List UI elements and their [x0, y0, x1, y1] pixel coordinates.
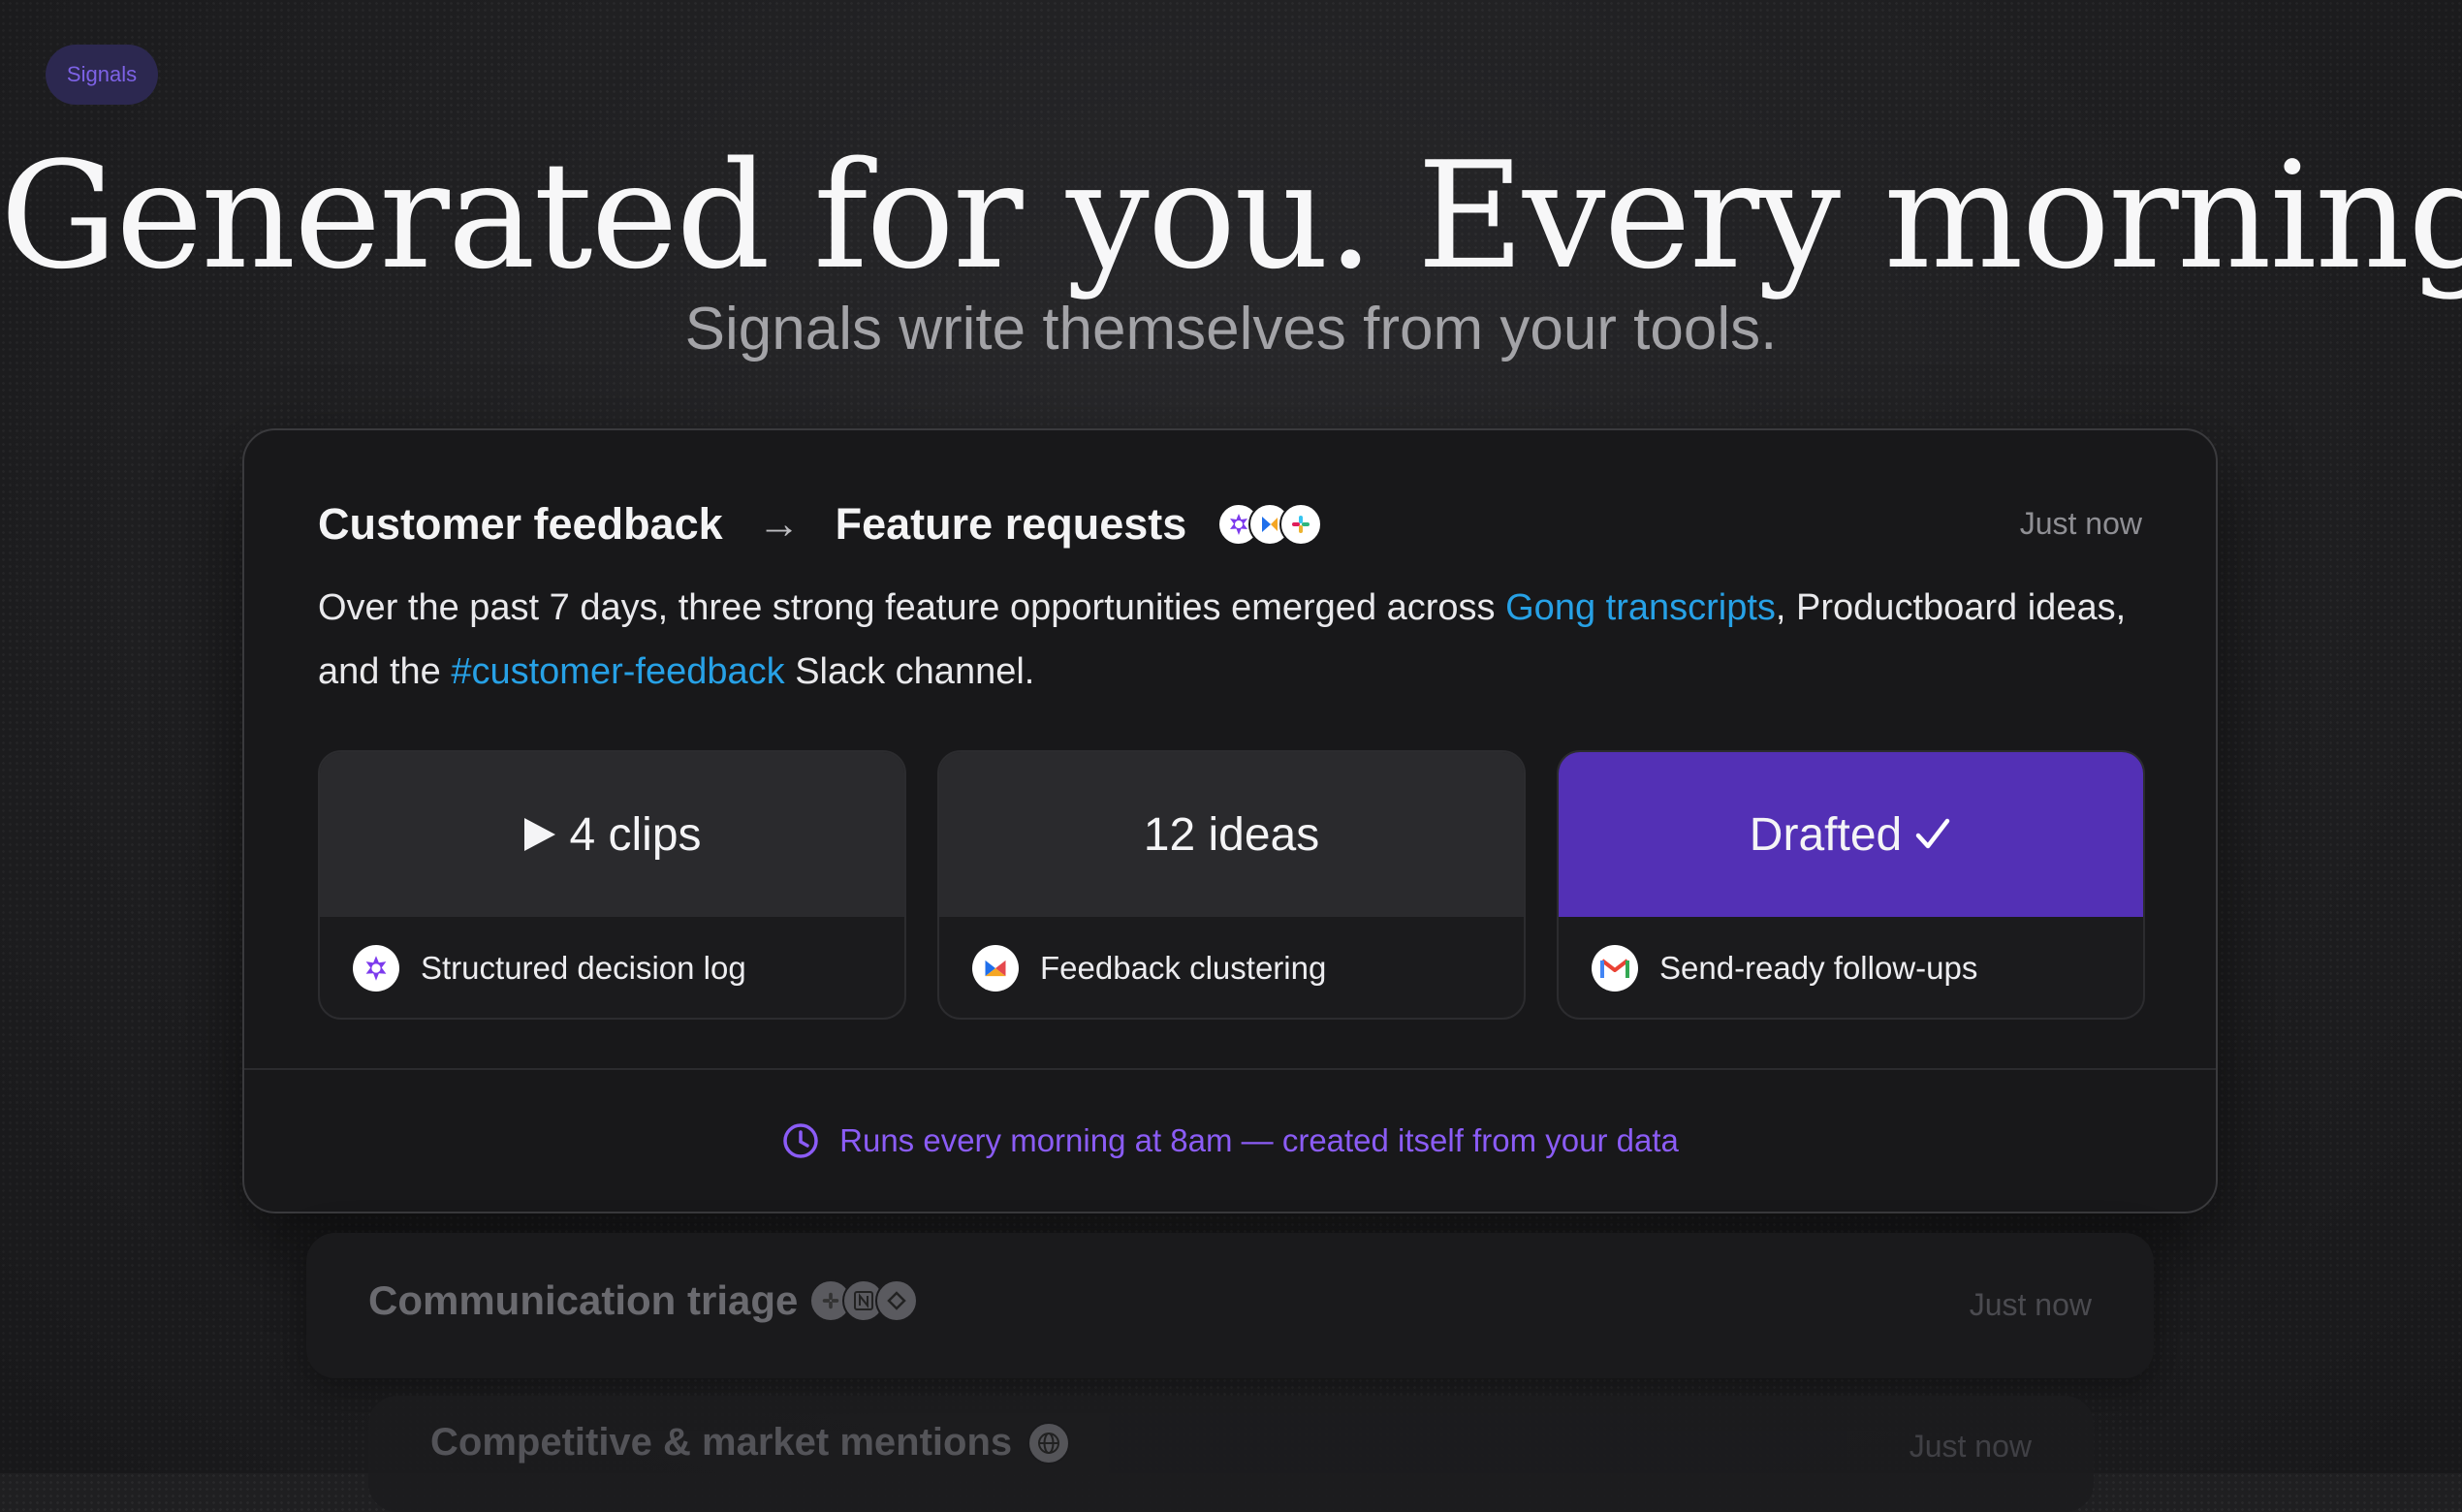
ghost-card-title: Competitive & market mentions [430, 1421, 1013, 1464]
card-footer: Runs every morning at 8am — created itse… [244, 1068, 2216, 1212]
check-icon [1915, 818, 1950, 849]
ghost-card-title: Communication triage [368, 1277, 799, 1323]
jira-icon [875, 1279, 919, 1322]
tile-label: Structured decision log [421, 950, 746, 986]
signal-card-feature-requests[interactable]: Customer feedback → Feature requests Jus… [242, 428, 2218, 1213]
summary-text: Over the past 7 days, three strong featu… [318, 587, 1506, 628]
summary-text: Slack channel. [784, 651, 1035, 692]
tile-drafted[interactable]: Drafted Send-ready follow-ups [1557, 750, 2145, 1020]
tile-label: Send-ready follow-ups [1659, 950, 1978, 986]
card-summary: Over the past 7 days, three strong featu… [318, 576, 2140, 704]
card-timestamp: Just now [2019, 506, 2142, 541]
tile-drafted-footer: Send-ready follow-ups [1559, 917, 2143, 1018]
gong-icon [353, 945, 399, 992]
clock-icon [783, 1123, 818, 1158]
tile-clips-footer: Structured decision log [320, 917, 904, 1018]
play-icon [524, 818, 556, 851]
tile-clips[interactable]: 4 clips Structured decision log [318, 750, 906, 1020]
globe-icon [1027, 1421, 1071, 1465]
gmail-icon [1592, 945, 1638, 992]
signals-badge: Signals [46, 45, 158, 105]
ghost-card-header: Communication triage [368, 1277, 919, 1324]
tile-value: 4 clips [569, 808, 702, 861]
ghost-card-timestamp: Just now [1969, 1287, 2092, 1322]
productboard-icon [972, 945, 1019, 992]
hero-subline: Signals write themselves from your tools… [684, 296, 1778, 362]
schedule-text: Runs every morning at 8am — created itse… [839, 1122, 1679, 1158]
tile-ideas-footer: Feedback clustering [939, 917, 1524, 1018]
source-icon-stack [809, 1279, 919, 1322]
tile-value: 12 ideas [1143, 808, 1320, 861]
hero-headline: Generated for you. Every morning. [0, 130, 2462, 301]
signal-card-communication-triage[interactable]: Communication triage Just now [306, 1233, 2154, 1378]
tile-label: Feedback clustering [1040, 950, 1327, 986]
tile-clips-value: 4 clips [320, 752, 904, 917]
tile-value: Drafted [1749, 808, 1903, 861]
tile-ideas-value: 12 ideas [939, 752, 1524, 917]
source-icon-stack [1217, 503, 1323, 546]
gong-transcripts-link[interactable]: Gong transcripts [1505, 587, 1776, 628]
signal-tiles: 4 clips Structured decision log 12 ideas… [318, 750, 2146, 1020]
tile-drafted-value: Drafted [1559, 752, 2143, 917]
card-header: Customer feedback → Feature requests [318, 490, 1323, 558]
arrow-right-icon: → [757, 500, 801, 548]
signal-card-competitive-mentions[interactable]: Competitive & market mentions Just now [368, 1396, 2094, 1512]
ghost-card-header: Competitive & market mentions [430, 1421, 1071, 1465]
slack-icon [1279, 503, 1323, 546]
customer-feedback-channel-link[interactable]: #customer-feedback [451, 651, 784, 692]
tile-ideas[interactable]: 12 ideas Feedback clustering [937, 750, 1526, 1020]
ghost-card-timestamp: Just now [1909, 1429, 2032, 1464]
card-source: Customer feedback [318, 499, 723, 549]
card-target: Feature requests [835, 499, 1187, 549]
